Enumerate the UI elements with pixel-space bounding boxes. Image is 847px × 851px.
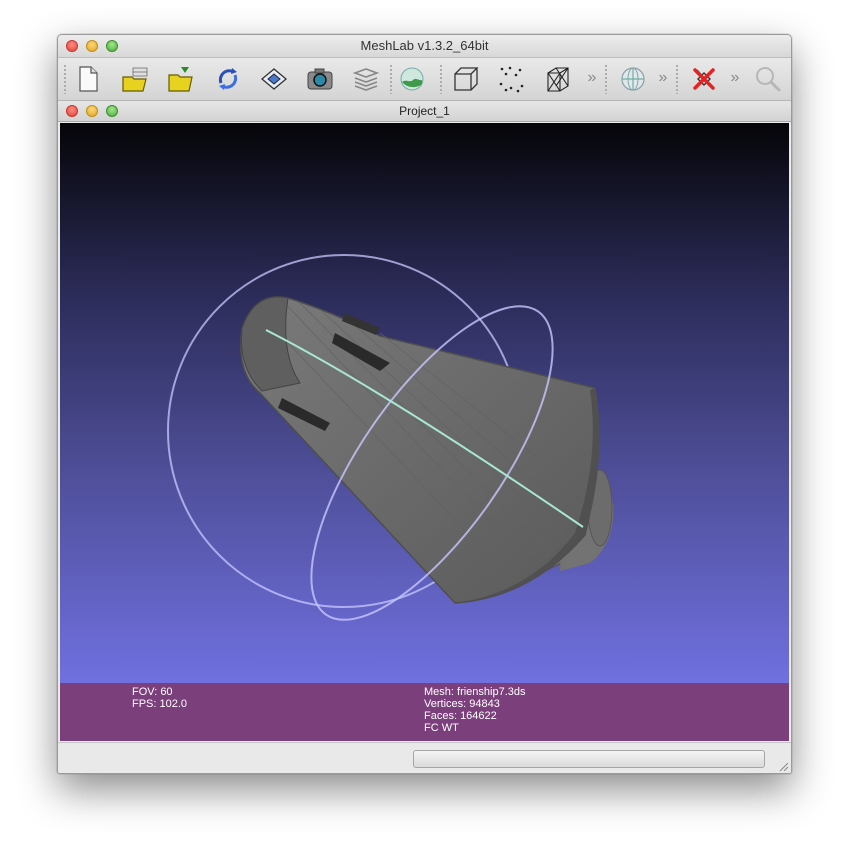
- resize-grip-icon[interactable]: [777, 760, 789, 772]
- save-icon[interactable]: [258, 63, 290, 95]
- trackball-icon[interactable]: [617, 63, 649, 95]
- toolbar-separator: [390, 64, 392, 94]
- open-project-icon[interactable]: [120, 63, 152, 95]
- mesh-name: Mesh: frienship7.3ds: [424, 686, 526, 698]
- points-icon[interactable]: [496, 63, 528, 95]
- reload-icon[interactable]: [212, 63, 244, 95]
- 3d-viewport[interactable]: [60, 123, 789, 683]
- more-chevron-icon[interactable]: »: [728, 69, 742, 87]
- vertex-count: Vertices: 94843: [424, 698, 500, 710]
- magnifier-icon[interactable]: [752, 63, 784, 95]
- open-mesh-icon[interactable]: [166, 63, 198, 95]
- toolbar-separator: [64, 64, 66, 94]
- bounding-box-icon[interactable]: [450, 63, 482, 95]
- progress-bar: [413, 750, 765, 768]
- info-overlay: FOV: 60 FPS: 102.0 Mesh: frienship7.3ds …: [60, 683, 789, 741]
- zoom-button[interactable]: [106, 40, 118, 52]
- toolbar-separator: [440, 64, 442, 94]
- globe-icon[interactable]: [396, 63, 428, 95]
- fps-readout: FPS: 102.0: [132, 698, 188, 710]
- project-title: Project_1: [399, 104, 450, 118]
- subwindow-close-button[interactable]: [66, 105, 78, 117]
- delete-x-icon[interactable]: [688, 63, 720, 95]
- meshlab-window: MeshLab v1.3.2_64bit » » » Project_1 FOV…: [57, 34, 792, 774]
- face-count: Faces: 164622: [424, 710, 497, 722]
- new-document-icon[interactable]: [72, 63, 104, 95]
- toolbar-separator: [605, 64, 607, 94]
- status-bar: [58, 742, 791, 773]
- window-title: MeshLab v1.3.2_64bit: [360, 38, 489, 53]
- spacecraft-mesh: [240, 296, 614, 604]
- more-chevron-icon[interactable]: »: [656, 69, 670, 87]
- subwindow-minimize-button[interactable]: [86, 105, 98, 117]
- close-button[interactable]: [66, 40, 78, 52]
- toolbar: » » »: [58, 58, 791, 101]
- snapshot-icon[interactable]: [304, 63, 336, 95]
- window-controls: [66, 40, 118, 52]
- layers-icon[interactable]: [350, 63, 382, 95]
- subwindow-controls: [66, 105, 118, 117]
- toolbar-separator: [676, 64, 678, 94]
- mesh-render: [167, 254, 614, 621]
- fov-readout: FOV: 60: [132, 686, 173, 698]
- render-mode: FC WT: [424, 722, 459, 734]
- wireframe-icon[interactable]: [542, 63, 574, 95]
- project-title-bar[interactable]: Project_1: [58, 101, 791, 122]
- subwindow-zoom-button[interactable]: [106, 105, 118, 117]
- title-bar[interactable]: MeshLab v1.3.2_64bit: [58, 35, 791, 58]
- more-chevron-icon[interactable]: »: [585, 69, 599, 87]
- minimize-button[interactable]: [86, 40, 98, 52]
